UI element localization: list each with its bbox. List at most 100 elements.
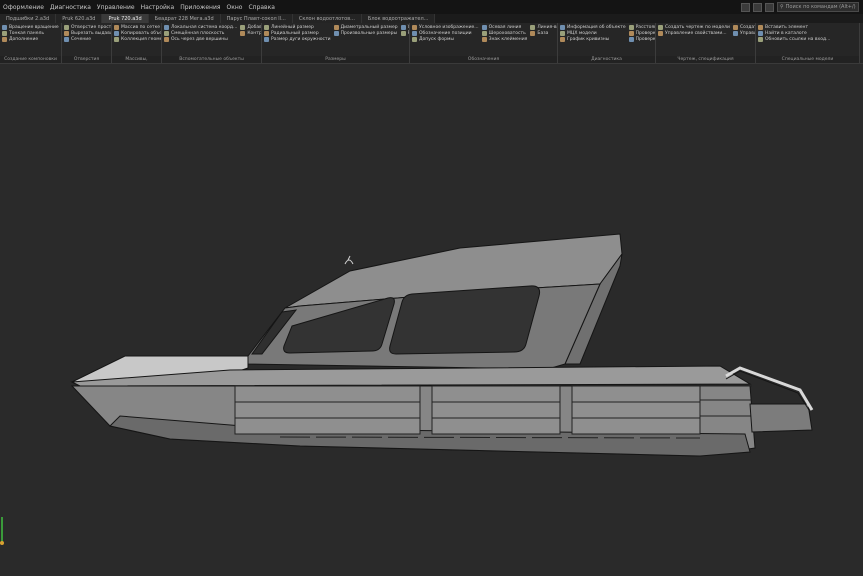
ribbon-command-button[interactable]: Обновить ссылки на вход... <box>758 37 830 42</box>
command-icon <box>758 31 763 36</box>
ribbon-command-button[interactable]: Коллекция геометрии <box>114 37 161 42</box>
menu-item-diagnostics[interactable]: Диагностика <box>47 4 94 11</box>
ribbon-command-button[interactable]: Создать чертеж по модели <box>658 25 730 30</box>
command-icon <box>732 31 738 36</box>
ribbon-command-label: Найти в каталоге <box>765 31 807 36</box>
ribbon-group: Вращение вращение Тонкая панель Дополнение… <box>0 23 62 63</box>
ribbon-command-label: Отверстие простое <box>71 25 112 30</box>
ribbon-command-button[interactable]: МЦХ модели <box>560 31 626 36</box>
ribbon-command-button[interactable]: Вращение вращение <box>2 25 59 30</box>
ribbon-command-button[interactable]: Найти в каталоге <box>758 31 830 36</box>
model-viewport[interactable] <box>0 64 863 576</box>
ribbon-command-button[interactable]: Размер дуги окружности <box>264 37 331 42</box>
ribbon-command-label: Шероховатость <box>488 31 526 36</box>
ribbon-command-button[interactable]: Осевая линия <box>481 25 528 30</box>
command-icon <box>560 37 565 42</box>
ribbon-command-button[interactable]: Дополнение <box>2 37 59 42</box>
window-controls: ⚲ Поиск по командам (Alt+/) <box>741 2 863 12</box>
menu-item-window[interactable]: Окно <box>224 4 246 11</box>
ribbon-command-label: Размер дуги окружности <box>271 37 331 42</box>
ribbon-command-label: Добавить компоненту... <box>247 25 262 30</box>
ribbon-command-button[interactable]: Допуск формы <box>412 37 479 42</box>
command-icon <box>2 37 7 42</box>
ribbon-command-button[interactable]: Развернуть производные... <box>400 31 409 36</box>
ribbon-command-button[interactable]: Линия-выноска <box>530 25 557 30</box>
command-search-placeholder: Поиск по командам (Alt+/) <box>785 4 856 10</box>
ribbon-command-button[interactable]: Отверстие простое <box>64 25 112 30</box>
tab-document[interactable]: Блок водоотражател... <box>361 14 436 23</box>
ribbon-group: Информация об объекте МЦХ модели График кр… <box>558 23 656 63</box>
ribbon-command-button[interactable]: Тонкая панель <box>2 31 59 36</box>
ribbon-group: Отверстие простоеВырезать выдавливаниемС… <box>62 23 112 63</box>
tab-document[interactable]: Pruk 620.a3d <box>56 14 103 23</box>
command-icon <box>628 37 634 42</box>
ribbon-command-button[interactable]: Условное изображение... <box>412 25 479 30</box>
restore-icon[interactable] <box>753 2 762 12</box>
command-icon <box>628 25 634 30</box>
ribbon-command-button[interactable]: Контрольная точка <box>240 31 262 36</box>
ribbon-command-label: Знак клеймения <box>488 37 528 42</box>
tab-document[interactable]: Склон водоотлотов... <box>292 14 362 23</box>
ribbon-command-button[interactable]: Вставить элемент <box>758 25 830 30</box>
ribbon-command-label: Коллекция геометрии <box>121 37 161 42</box>
tab-document[interactable]: Парус Плавт-сокол ll... <box>220 14 293 23</box>
ribbon-command-button[interactable]: Обозначение позиции <box>412 31 479 36</box>
ribbon-command-button[interactable]: График кривизны <box>560 37 626 42</box>
ribbon-command-button[interactable]: Информация об объекте <box>560 25 626 30</box>
ribbon-command-label: МЦХ модели <box>567 31 597 36</box>
ribbon-command-button[interactable]: Управление свойствами... <box>658 31 730 36</box>
menu-item-applications[interactable]: Приложения <box>177 4 223 11</box>
menu-item-management[interactable]: Управление <box>94 4 138 11</box>
ribbon-command-button[interactable]: Ось через две вершины <box>164 37 237 42</box>
ribbon-command-button[interactable]: Расстояние и угол <box>628 25 655 30</box>
menu-item-settings[interactable]: Настройка <box>138 4 178 11</box>
close-icon[interactable] <box>765 2 774 12</box>
ribbon-command-button[interactable]: Знак клеймения <box>481 37 528 42</box>
command-search-input[interactable]: ⚲ Поиск по командам (Alt+/) <box>777 2 859 12</box>
ribbon-command-button[interactable]: Массив по сетке <box>114 25 161 30</box>
ribbon-command-button[interactable]: Добавить компоненту... <box>240 25 262 30</box>
ribbon-command-label: Условное изображение... <box>419 25 479 30</box>
ribbon-command-button[interactable]: Угловой размер <box>400 25 409 30</box>
menu-item-design[interactable]: Оформление <box>0 4 47 11</box>
minimize-icon[interactable] <box>741 2 750 12</box>
ribbon-command-label: Управление свойствами... <box>665 31 727 36</box>
ribbon-command-button[interactable]: Радиальный размер <box>264 31 331 36</box>
ribbon-command-label: Осевая линия <box>488 25 522 30</box>
engine-bracket <box>749 403 813 433</box>
ribbon-command-label: Линия-выноска <box>537 25 557 30</box>
tab-document[interactable]: Подшибки 2.a3d <box>0 14 57 23</box>
ribbon-column: Отверстие простоеВырезать выдавливаниемС… <box>64 25 112 55</box>
command-icon <box>560 25 565 30</box>
command-icon <box>64 25 69 30</box>
ribbon-command-button[interactable]: Создать спецификацию... <box>732 25 755 30</box>
ribbon-command-button[interactable]: Проверка герметичности <box>628 37 655 42</box>
ribbon-command-button[interactable]: Шероховатость <box>481 31 528 36</box>
ribbon-command-button[interactable]: Вырезать выдавливанием <box>64 31 111 36</box>
ribbon-command-button[interactable]: Сечение <box>64 37 111 42</box>
command-icon <box>333 31 339 36</box>
ribbon-group-label: Размеры <box>262 56 409 63</box>
ribbon-command-button[interactable]: Линейный размер <box>264 25 331 30</box>
ribbon-column: Вращение вращение Тонкая панель Дополнение <box>2 25 59 55</box>
ribbon-command-button[interactable]: Произвольные размеры <box>333 31 398 36</box>
ribbon-command-button[interactable]: Проверка коллизий <box>628 31 655 36</box>
ribbon-command-button[interactable]: Копировать объекты <box>114 31 162 36</box>
menu-item-help[interactable]: Справка <box>245 4 277 11</box>
ribbon-command-button[interactable]: Управление свойствами... <box>732 31 755 36</box>
ribbon-command-label: Контрольная точка <box>247 31 262 36</box>
tab-document[interactable]: Беадрат 228 Мега.a3d <box>148 14 221 23</box>
ribbon-command-button[interactable]: Смещённая плоскость <box>164 31 237 36</box>
command-icon <box>264 25 269 30</box>
ribbon-command-label: Диаметральный размер <box>340 25 398 30</box>
ribbon-group: Вставить элемент Найти в каталоге Обновить… <box>756 23 860 63</box>
command-icon <box>758 25 763 30</box>
tab-document[interactable]: Pruk 720.a3d <box>102 14 149 23</box>
ribbon-command-button[interactable]: Диаметральный размер <box>333 25 398 30</box>
ribbon-command-label: Копировать объекты <box>121 31 162 36</box>
ribbon-command-button[interactable]: База <box>530 31 557 36</box>
ribbon-command-label: Тонкая панель <box>9 31 44 36</box>
command-icon <box>412 31 417 36</box>
ribbon-command-button[interactable]: Локальная система коорд... <box>164 25 237 30</box>
ribbon-column: Массив по сеткеКопировать объектыКоллекц… <box>114 25 162 55</box>
